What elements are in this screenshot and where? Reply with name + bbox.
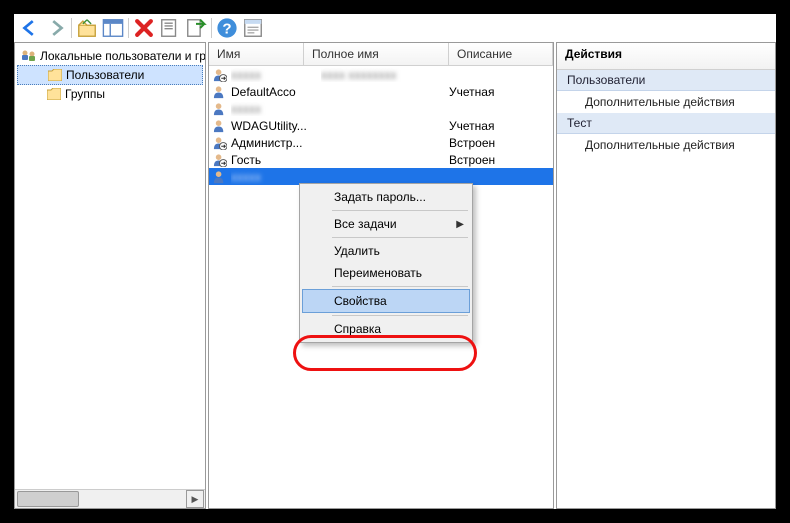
user-icon	[213, 85, 227, 99]
menu-help[interactable]: Справка	[302, 318, 470, 340]
up-button[interactable]	[75, 16, 99, 40]
menu-separator	[332, 210, 468, 211]
back-button[interactable]	[18, 16, 42, 40]
tree-pane: Локальные пользователи и группы Пользова…	[14, 42, 206, 509]
actions-group-users[interactable]: Пользователи	[557, 70, 775, 91]
cell-fullname: xxxx xxxxxxxx	[321, 68, 449, 82]
actions-pane: Действия Пользователи Дополнительные дей…	[556, 42, 776, 509]
help-button[interactable]: ?	[215, 16, 239, 40]
menu-separator	[332, 237, 468, 238]
folder-icon	[47, 88, 61, 100]
mmc-window: ? Локальные пользователи и группы Пользо…	[0, 0, 790, 523]
cell-name: xxxxx	[231, 170, 321, 184]
user-row[interactable]: Гость Встроен	[209, 151, 553, 168]
forward-button[interactable]	[44, 16, 68, 40]
cell-name: WDAGUtility...	[231, 119, 321, 133]
column-description[interactable]: Описание	[449, 43, 553, 65]
menu-item-label: Все задачи	[334, 217, 397, 231]
list-pane: Имя Полное имя Описание xxxxxxxxx xxxxxx…	[208, 42, 554, 509]
folder-icon	[48, 69, 62, 81]
user-icon	[213, 68, 227, 82]
cell-name: xxxxx	[231, 102, 321, 116]
cell-name: xxxxx	[231, 68, 321, 82]
user-icon	[213, 153, 227, 167]
user-row[interactable]: WDAGUtility... Учетная	[209, 117, 553, 134]
export-button[interactable]	[184, 16, 208, 40]
user-row[interactable]: DefaultAcco Учетная	[209, 83, 553, 100]
menu-separator	[332, 286, 468, 287]
cell-description: Встроен	[449, 153, 553, 167]
menu-delete[interactable]: Удалить	[302, 240, 470, 262]
scrollbar-thumb[interactable]	[17, 491, 79, 507]
user-row[interactable]: xxxxxxxxx xxxxxxxx	[209, 66, 553, 83]
tree-item-groups[interactable]: Группы	[17, 85, 203, 103]
cell-name: Администр...	[231, 136, 321, 150]
toolbar-sep	[71, 18, 72, 38]
user-row[interactable]: xxxxx	[209, 100, 553, 117]
user-icon	[213, 102, 227, 116]
user-icon	[213, 136, 227, 150]
tree-item-users[interactable]: Пользователи	[17, 65, 203, 85]
user-icon	[213, 170, 227, 184]
tree-root-label: Локальные пользователи и группы	[40, 49, 205, 63]
cell-name: Гость	[231, 153, 321, 167]
scrollbar-right-arrow[interactable]: ▶	[186, 490, 204, 508]
cell-name: DefaultAcco	[231, 85, 321, 99]
user-icon	[213, 119, 227, 133]
menu-set-password[interactable]: Задать пароль...	[302, 186, 470, 208]
toolbar: ?	[14, 14, 776, 42]
svg-text:?: ?	[222, 21, 231, 38]
column-fullname[interactable]: Полное имя	[304, 43, 449, 65]
show-hide-button[interactable]	[101, 16, 125, 40]
list-header: Имя Полное имя Описание	[209, 43, 553, 66]
tree-root[interactable]: Локальные пользователи и группы	[17, 47, 203, 65]
tree: Локальные пользователи и группы Пользова…	[15, 43, 205, 490]
menu-properties[interactable]: Свойства	[302, 289, 470, 313]
menu-rename[interactable]: Переименовать	[302, 262, 470, 284]
menu-all-tasks[interactable]: Все задачи ▶	[302, 213, 470, 235]
tree-item-label: Пользователи	[66, 68, 144, 82]
users-groups-icon	[21, 49, 37, 63]
list-body: xxxxxxxxx xxxxxxxxDefaultAccoУчетнаяxxxx…	[209, 66, 553, 185]
submenu-arrow-icon: ▶	[456, 219, 464, 230]
menu-separator	[332, 315, 468, 316]
properties-button[interactable]	[241, 16, 265, 40]
context-menu: Задать пароль... Все задачи ▶ Удалить Пе…	[299, 183, 473, 343]
tree-item-label: Группы	[65, 87, 105, 101]
user-row[interactable]: Администр... Встроен	[209, 134, 553, 151]
delete-button[interactable]	[132, 16, 156, 40]
tree-hscrollbar[interactable]: ▶	[15, 489, 205, 508]
cell-description: Учетная	[449, 85, 553, 99]
actions-more-2[interactable]: Дополнительные действия	[557, 134, 775, 156]
actions-group-test[interactable]: Тест	[557, 113, 775, 134]
column-name[interactable]: Имя	[209, 43, 304, 65]
toolbar-sep	[128, 18, 129, 38]
refresh-button[interactable]	[158, 16, 182, 40]
cell-description: Учетная	[449, 119, 553, 133]
toolbar-sep	[211, 18, 212, 38]
actions-header: Действия	[557, 43, 775, 70]
cell-description: Встроен	[449, 136, 553, 150]
actions-more-1[interactable]: Дополнительные действия	[557, 91, 775, 113]
